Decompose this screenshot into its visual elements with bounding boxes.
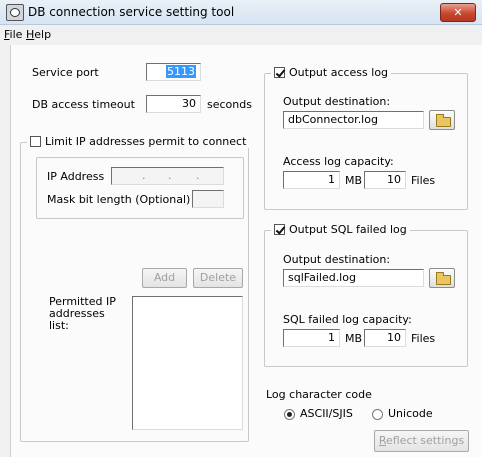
window-title: DB connection service setting tool (28, 5, 235, 19)
db-timeout-input[interactable]: 30 (146, 95, 201, 113)
close-button[interactable]: ✕ (440, 3, 476, 22)
permitted-ip-label: Permitted IP addresses list: (49, 295, 116, 332)
limit-ip-label: Limit IP addresses permit to connect (45, 135, 247, 148)
db-timeout-label: DB access timeout (32, 98, 135, 111)
folder-icon (436, 272, 451, 285)
menu-help[interactable]: Help (26, 28, 51, 41)
access-dest-input[interactable]: dbConnector.log (283, 111, 424, 129)
mask-bit-input[interactable] (192, 190, 224, 208)
access-log-label: Output access log (289, 66, 389, 79)
sql-log-label: Output SQL failed log (289, 223, 407, 236)
mask-bit-label: Mask bit length (Optional) (47, 193, 191, 206)
access-log-check-box[interactable] (274, 67, 285, 78)
add-ip-button[interactable]: Add (142, 268, 187, 288)
charset-ascii-radio[interactable] (284, 409, 295, 420)
sql-log-group: Output SQL failed log Output destination… (264, 223, 468, 367)
menu-file[interactable]: File (4, 28, 22, 41)
app-icon (6, 4, 24, 21)
title-bar: DB connection service setting tool ✕ (0, 0, 482, 25)
access-mb-input[interactable]: 1 (283, 171, 340, 189)
ip-limit-group: Limit IP addresses permit to connect IP … (20, 135, 250, 442)
sql-log-check-box[interactable] (274, 224, 285, 235)
delete-ip-button[interactable]: Delete (193, 268, 243, 288)
close-icon: ✕ (453, 6, 463, 19)
app-window: DB connection service setting tool ✕ Fil… (0, 0, 482, 457)
access-browse-button[interactable] (429, 110, 455, 130)
menu-bar: File Help (0, 25, 482, 45)
access-files-input[interactable]: 10 (364, 171, 406, 189)
sql-files-input[interactable]: 10 (364, 329, 406, 347)
reflect-settings-button[interactable]: Reflect settings (374, 430, 469, 452)
main-panel: Service port 5113 DB access timeout 30 s… (10, 45, 482, 457)
service-port-label: Service port (32, 66, 99, 79)
charset-label: Log character code (266, 388, 372, 401)
sql-browse-button[interactable] (429, 268, 455, 288)
permitted-ip-list[interactable] (132, 296, 243, 430)
sql-capacity-label: SQL failed log capacity: (283, 313, 412, 326)
folder-icon (436, 114, 451, 127)
ip-address-label: IP Address (47, 170, 105, 183)
sql-dest-input[interactable]: sqlFailed.log (283, 269, 424, 287)
access-log-group: Output access log Output destination: db… (264, 66, 468, 210)
sql-mb-input[interactable]: 1 (283, 329, 340, 347)
charset-unicode-label: Unicode (388, 407, 433, 420)
sql-files-unit: Files (411, 332, 436, 345)
limit-ip-check-box[interactable] (30, 136, 41, 147)
ip-address-input[interactable]: . . . (111, 167, 224, 185)
timeout-unit-label: seconds (207, 98, 252, 111)
sql-dest-label: Output destination: (283, 253, 391, 266)
limit-ip-checkbox[interactable]: Limit IP addresses permit to connect (27, 135, 250, 148)
charset-ascii-label: ASCII/SJIS (300, 407, 353, 420)
service-port-input[interactable]: 5113 (146, 63, 201, 81)
output-access-log-checkbox[interactable]: Output access log (271, 66, 392, 79)
ip-entry-box: IP Address . . . Mask bit length (Option… (36, 157, 244, 219)
access-files-unit: Files (411, 174, 436, 187)
access-dest-label: Output destination: (283, 95, 391, 108)
access-capacity-label: Access log capacity: (283, 155, 394, 168)
output-sql-log-checkbox[interactable]: Output SQL failed log (271, 223, 410, 236)
charset-unicode-radio[interactable] (372, 409, 383, 420)
